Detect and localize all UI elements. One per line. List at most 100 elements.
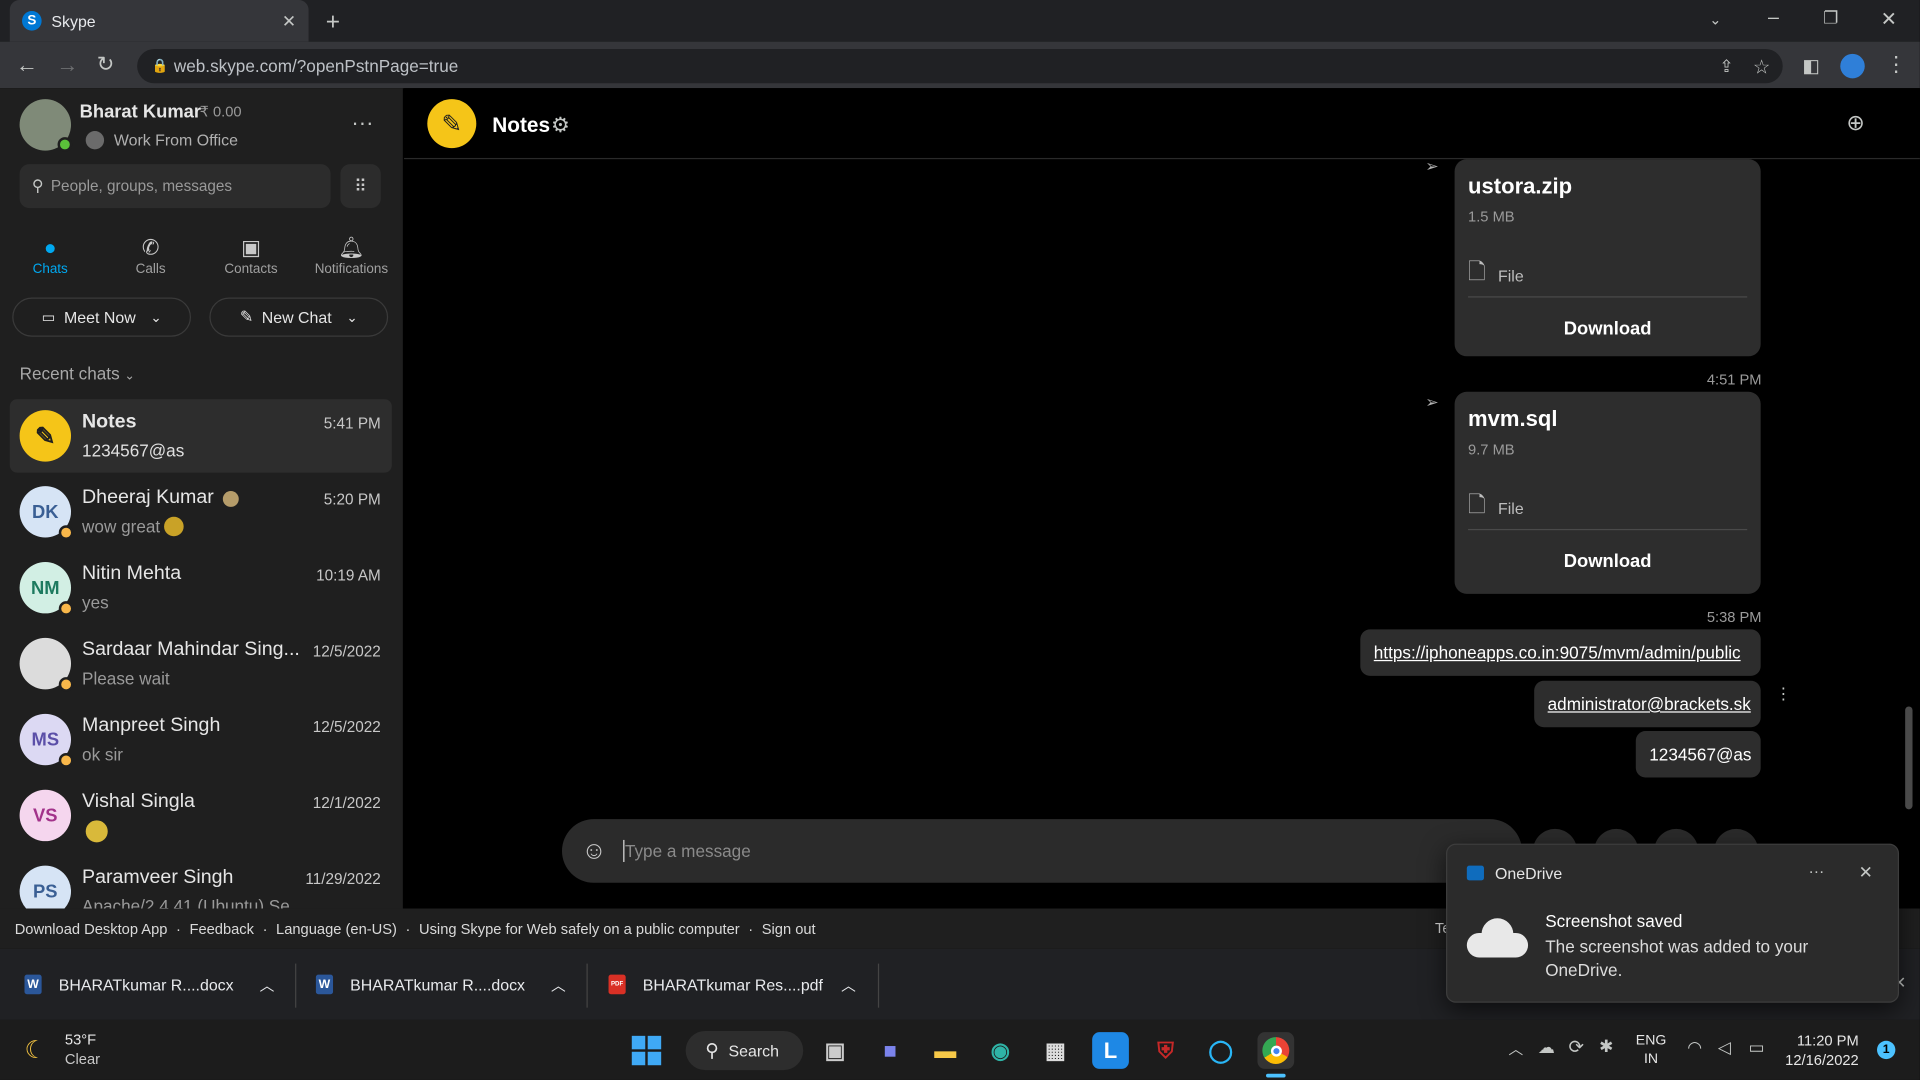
chevron-up-icon[interactable]: ︿ bbox=[551, 974, 566, 995]
nav-notifications-label: Notifications bbox=[314, 262, 389, 277]
more-options-icon[interactable]: ··· bbox=[351, 110, 373, 136]
edge-browser-icon[interactable]: ◉ bbox=[982, 1032, 1019, 1069]
nav-calls[interactable]: ✆ Calls bbox=[100, 235, 200, 284]
download-app-link[interactable]: Download Desktop App bbox=[15, 920, 168, 937]
minimize-icon[interactable]: – bbox=[1768, 7, 1779, 29]
bluetooth-icon[interactable]: ✱ bbox=[1599, 1036, 1613, 1057]
file-card-ustora[interactable]: ustora.zip 1.5 MB 🗋 File Download bbox=[1454, 159, 1761, 357]
battery-icon[interactable]: ▭ bbox=[1748, 1037, 1764, 1058]
nav-chats[interactable]: ● Chats bbox=[0, 235, 100, 284]
taskbar-search[interactable]: ⚲ Search bbox=[685, 1030, 804, 1071]
clock[interactable]: 11:20 PM 12/16/2022 bbox=[1785, 1031, 1859, 1070]
windows-start-icon[interactable] bbox=[628, 1032, 665, 1069]
tab-search-icon[interactable]: ⌄ bbox=[1709, 11, 1721, 28]
add-person-icon[interactable]: ⊕ bbox=[1846, 110, 1864, 136]
download-button[interactable]: Download bbox=[1455, 318, 1761, 339]
recent-chats-header[interactable]: Recent chats ⌄ bbox=[20, 364, 135, 384]
forward-icon[interactable]: → bbox=[56, 53, 78, 79]
onedrive-tray-icon[interactable]: ☁ bbox=[1538, 1037, 1555, 1058]
feedback-link[interactable]: Feedback bbox=[189, 920, 254, 937]
l-app-icon[interactable]: L bbox=[1092, 1032, 1129, 1069]
cortana-icon[interactable]: ◯ bbox=[1202, 1032, 1239, 1069]
file-explorer-icon[interactable]: ▬ bbox=[927, 1032, 964, 1069]
window-close-icon[interactable]: ✕ bbox=[1881, 7, 1897, 31]
browser-menu-icon[interactable]: ⋮ bbox=[1886, 53, 1907, 77]
moon-weather-icon[interactable]: ☾ bbox=[24, 1035, 46, 1066]
toast-close-icon[interactable]: ✕ bbox=[1859, 862, 1873, 883]
browser-tab[interactable]: S Skype ✕ bbox=[9, 0, 309, 42]
nav-contacts[interactable]: ▣ Contacts bbox=[201, 235, 301, 284]
new-tab-icon[interactable]: + bbox=[326, 9, 340, 37]
bookmark-star-icon[interactable]: ☆ bbox=[1753, 55, 1771, 79]
file-card-mvm[interactable]: mvm.sql 9.7 MB 🗋 File Download bbox=[1454, 391, 1761, 594]
chat-item-dheeraj[interactable]: DK Dheeraj Kumar wow great 5:20 PM bbox=[10, 475, 392, 548]
sync-icon[interactable]: ⟳ bbox=[1568, 1036, 1583, 1058]
download-button[interactable]: Download bbox=[1455, 551, 1761, 572]
language-link[interactable]: Language (en-US) bbox=[276, 920, 397, 937]
file-type-label: File bbox=[1498, 498, 1524, 518]
mood-status-icon bbox=[85, 131, 105, 150]
chat-item-paramveer[interactable]: PS Paramveer Singh Apache/2.4.41 (Ubuntu… bbox=[10, 855, 392, 909]
message-composer[interactable]: ☺ Type a message bbox=[561, 819, 1522, 883]
emoji-picker-icon[interactable]: ☺ bbox=[582, 837, 607, 865]
download-item[interactable]: W BHARATkumar R....docx ︿ bbox=[315, 949, 585, 1020]
safety-link[interactable]: Using Skype for Web safely on a public c… bbox=[419, 920, 740, 937]
message-email[interactable]: administrator@brackets.sk bbox=[1534, 680, 1761, 728]
notes-icon: ✎ bbox=[427, 99, 477, 149]
scrollbar[interactable] bbox=[1905, 706, 1913, 810]
wifi-icon[interactable]: ◠ bbox=[1687, 1037, 1702, 1058]
chevron-up-icon[interactable]: ︿ bbox=[260, 974, 275, 995]
sign-out-link[interactable]: Sign out bbox=[762, 920, 816, 937]
meet-now-button[interactable]: ▭ Meet Now ⌄ bbox=[12, 297, 192, 337]
chat-item-nitin[interactable]: NM Nitin Mehta yes 10:19 AM bbox=[10, 551, 392, 624]
chat-item-manpreet[interactable]: MS Manpreet Singh ok sir 12/5/2022 bbox=[10, 703, 392, 776]
conversation-title[interactable]: Notes bbox=[492, 114, 550, 138]
microsoft-store-icon[interactable]: ▦ bbox=[1037, 1032, 1074, 1069]
message-link[interactable]: https://iphoneapps.co.in:9075/mvm/admin/… bbox=[1360, 629, 1761, 676]
skype-credit[interactable]: ₹ 0.00 bbox=[200, 103, 242, 120]
toast-more-icon[interactable]: ··· bbox=[1808, 862, 1824, 880]
maximize-icon[interactable]: ❐ bbox=[1823, 7, 1838, 28]
volume-icon[interactable]: ◁ bbox=[1718, 1037, 1731, 1058]
dialpad-icon[interactable]: ⠿ bbox=[340, 164, 381, 209]
side-panel-icon[interactable]: ◧ bbox=[1802, 55, 1819, 77]
away-status-icon bbox=[58, 601, 74, 616]
reload-icon[interactable]: ↻ bbox=[97, 53, 114, 77]
teams-chat-icon[interactable]: ■ bbox=[872, 1032, 909, 1069]
download-item[interactable]: W BHARATkumar R....docx ︿ bbox=[24, 949, 293, 1020]
search-icon: ⚲ bbox=[705, 1040, 719, 1062]
message-text[interactable]: 1234567@as bbox=[1635, 730, 1761, 778]
back-icon[interactable]: ← bbox=[16, 53, 38, 79]
away-status-icon bbox=[58, 677, 74, 692]
notification-badge[interactable]: 1 bbox=[1877, 1040, 1896, 1060]
mcafee-icon[interactable]: ⛨ bbox=[1147, 1032, 1184, 1069]
chrome-icon[interactable] bbox=[1257, 1032, 1295, 1069]
settings-gear-icon[interactable]: ⚙ bbox=[551, 114, 570, 138]
address-bar[interactable]: 🔒 web.skype.com/?openPstnPage=true ⇪ ☆ bbox=[137, 48, 1783, 84]
divider bbox=[295, 963, 297, 1008]
profile-name[interactable]: Bharat Kumar bbox=[80, 102, 201, 123]
search-box[interactable]: ⚲ People, groups, messages bbox=[19, 164, 331, 209]
share-icon[interactable]: ⇪ bbox=[1719, 56, 1733, 77]
language-indicator[interactable]: ENG IN bbox=[1636, 1032, 1667, 1069]
chevron-up-icon[interactable]: ︿ bbox=[1508, 1038, 1523, 1059]
download-item[interactable]: PDF BHARATkumar Res....pdf ︿ bbox=[608, 949, 878, 1020]
profile-status[interactable]: Work From Office bbox=[114, 131, 238, 149]
compose-icon: ✎ bbox=[239, 307, 254, 326]
weather-temp[interactable]: 53°F bbox=[65, 1031, 96, 1048]
task-view-icon[interactable]: ▣ bbox=[817, 1032, 854, 1069]
onedrive-notification[interactable]: OneDrive ··· ✕ Screenshot saved The scre… bbox=[1446, 843, 1900, 1003]
divider bbox=[586, 963, 588, 1008]
chat-item-vishal[interactable]: VS Vishal Singla 12/1/2022 bbox=[10, 779, 392, 852]
nav-notifications[interactable]: 🔔︎ Notifications bbox=[301, 235, 401, 284]
new-chat-button[interactable]: ✎ New Chat ⌄ bbox=[209, 297, 389, 337]
nav-contacts-label: Contacts bbox=[224, 262, 278, 277]
message-more-icon[interactable]: ⋮ bbox=[1775, 684, 1791, 704]
chat-item-sardaar[interactable]: Sardaar Mahindar Sing... Please wait 12/… bbox=[10, 627, 392, 700]
chat-item-notes[interactable]: ✎ Notes 1234567@as 5:41 PM bbox=[9, 399, 392, 473]
weather-desc[interactable]: Clear bbox=[65, 1051, 100, 1068]
profile-avatar-icon[interactable] bbox=[1840, 53, 1865, 79]
close-tab-icon[interactable]: ✕ bbox=[282, 10, 296, 31]
chevron-up-icon[interactable]: ︿ bbox=[841, 974, 856, 995]
lang-line1: ENG bbox=[1635, 1033, 1667, 1049]
